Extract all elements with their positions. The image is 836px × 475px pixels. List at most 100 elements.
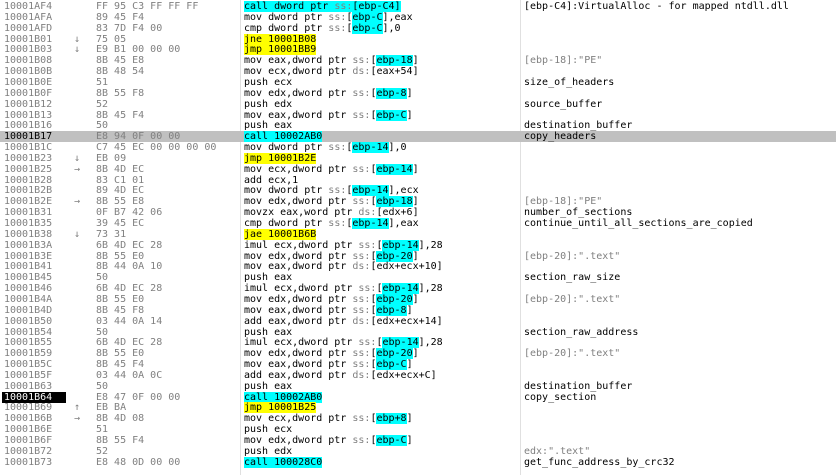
disasm-row[interactable]: 10001B08 8B 45 E8 mov eax,dword ptr ss:[eb… <box>0 55 836 67</box>
row-address: 10001B0B <box>4 66 53 78</box>
disasm-row[interactable]: 10001B3E 8B 55 E0 mov edx,dword ptr ss:[eb… <box>0 250 836 262</box>
row-comment: [ebp-C4]:VirtualAlloc - for mapped ntdll… <box>524 1 789 12</box>
row-instruction: push eax <box>244 272 293 284</box>
disasm-row[interactable]: 10001B0B 8B 48 54 mov ecx,dword ptr ds:[ea… <box>0 66 836 77</box>
row-address: 10001B63 <box>4 380 53 392</box>
jump-arrow-icon: → <box>74 196 81 208</box>
row-bytes: 6B 4D EC 28 <box>96 239 163 251</box>
disasm-row[interactable]: 10001B59 8B 55 E0 mov edx,dword ptr ss:[eb… <box>0 348 836 360</box>
row-address: 10001B55 <box>4 337 53 349</box>
disasm-row[interactable]: 10001B72 52 push edx edx:".text" <box>0 446 836 457</box>
jump-arrow-icon <box>74 381 88 392</box>
disasm-row[interactable]: 10001B69 ↑ EB BA jmp 10001B25 <box>0 402 836 414</box>
disasm-row[interactable]: 10001B64 E8 47 0F 00 00 call 10002AB0 copy_… <box>0 391 836 403</box>
row-bytes: 8B 45 E8 <box>96 55 145 67</box>
jump-arrow-icon <box>74 99 88 110</box>
jump-arrow-icon <box>74 392 88 403</box>
jump-arrow-icon <box>74 88 88 99</box>
disasm-row[interactable]: 10001B63 50 push eax destination_buffer <box>0 381 836 392</box>
row-address: 10001AFA <box>4 11 53 23</box>
jump-arrow-icon <box>74 370 88 381</box>
disasm-row[interactable]: 10001B03 ↓ E9 B1 00 00 00 jmp 10001BB9 <box>0 44 836 56</box>
row-address: 10001B3E <box>4 250 53 262</box>
row-instruction: mov dword ptr ss:[ebp-14],ecx <box>244 185 419 197</box>
disasm-row[interactable]: 10001B6B → 8B 4D 08 mov ecx,dword ptr ss:[e… <box>0 413 836 425</box>
disasm-row[interactable]: 10001B4A 8B 55 E0 mov edx,dword ptr ss:[eb… <box>0 293 836 305</box>
row-address: 10001B12 <box>4 98 53 110</box>
row-comment <box>524 370 836 381</box>
row-comment: continue_until_all_sections_are_copied <box>524 218 753 229</box>
row-instruction: mov ecx,dword ptr ss:[ebp-14] <box>244 163 419 175</box>
disasm-row[interactable]: 10001B17 E8 94 0F 00 00 call 10002AB0 copy_… <box>0 131 836 143</box>
disasm-row[interactable]: 10001B28 83 C1 01 add ecx,1 <box>0 175 836 186</box>
row-instruction: push edx <box>244 98 293 110</box>
disasm-row[interactable]: 10001B55 6B 4D EC 28 imul ecx,dword ptr ss… <box>0 337 836 349</box>
disasm-row[interactable]: 10001B5C 8B 45 F4 mov eax,dword ptr ss:[eb… <box>0 359 836 371</box>
row-comment: [ebp-20]:".text" <box>524 250 621 262</box>
disasm-row[interactable]: 10001B3A 6B 4D EC 28 imul ecx,dword ptr ss… <box>0 239 836 251</box>
row-instruction: call 10002AB0 <box>244 391 323 403</box>
disasm-row[interactable]: 10001B46 6B 4D EC 28 imul ecx,dword ptr ss… <box>0 283 836 295</box>
disasm-row[interactable]: 10001B6F 8B 55 F4 mov edx,dword ptr ss:[eb… <box>0 435 836 446</box>
row-address: 10001B50 <box>4 315 53 327</box>
row-comment: [ebp-20]:".text" <box>524 348 621 360</box>
disasm-row[interactable]: 10001B50 03 44 0A 14 add eax,dword ptr ds:… <box>0 316 836 327</box>
disasm-row[interactable]: 10001B23 ↓ EB 09 jmp 10001B2E <box>0 152 836 164</box>
row-address: 10001B35 <box>4 218 53 229</box>
disasm-row[interactable]: 10001B16 50 push eax destination_buffer <box>0 120 836 131</box>
disasm-row[interactable]: 10001B25 → 8B 4D EC mov ecx,dword ptr ss:[e… <box>0 163 836 175</box>
disasm-row[interactable]: 10001B73 E8 48 0D 00 00 call 100028C0 get_f… <box>0 456 836 468</box>
row-comment: get_func_address_by_crc32 <box>524 456 675 468</box>
row-comment: size_of_headers <box>524 76 615 88</box>
jump-arrow-icon <box>74 316 88 327</box>
jump-arrow-icon <box>74 261 88 272</box>
row-address: 10001B46 <box>4 283 53 295</box>
disasm-row[interactable]: 10001B35 39 45 EC cmp dword ptr ss:[ebp-14… <box>0 218 836 229</box>
disasm-row[interactable]: 10001B31 0F B7 42 06 movzx eax,word ptr ds… <box>0 207 836 218</box>
row-comment <box>524 44 836 55</box>
disasm-row[interactable]: 10001B54 50 push eax section_raw_address <box>0 327 836 338</box>
disasm-row[interactable]: 10001B2E → 8B 55 E8 mov edx,dword ptr ss:[e… <box>0 196 836 208</box>
row-bytes: 39 45 EC <box>96 218 145 229</box>
row-comment <box>524 23 836 34</box>
jump-arrow-icon <box>74 77 88 88</box>
disasm-row[interactable]: 10001B41 8B 44 0A 10 mov eax,dword ptr ds:… <box>0 261 836 272</box>
disasm-row[interactable]: 10001B0F 8B 55 F8 mov edx,dword ptr ss:[eb… <box>0 87 836 99</box>
disasm-row[interactable]: 10001AFD 83 7D F4 00 cmp dword ptr ss:[ebp… <box>0 22 836 34</box>
row-bytes: FF 95 C3 FF FF FF <box>96 1 199 12</box>
disasm-row[interactable]: 10001B1C C7 45 EC 00 00 00 00 mov dword pt… <box>0 142 836 154</box>
row-address: 10001B6B <box>4 413 53 425</box>
jump-arrow-icon: ↓ <box>74 228 81 240</box>
row-address: 10001B0E <box>4 76 53 88</box>
row-address: 10001B0F <box>4 87 53 99</box>
jump-arrow-icon <box>74 446 88 457</box>
disasm-row[interactable]: 10001B13 8B 45 F4 mov eax,dword ptr ss:[eb… <box>0 109 836 121</box>
disasm-row[interactable]: 10001B38 ↓ 73 31 jae 10001B6B <box>0 228 836 240</box>
row-bytes: 8B 55 F8 <box>96 87 145 99</box>
disasm-row[interactable]: 10001B01 ↓ 75 05 jne 10001B08 <box>0 33 836 45</box>
row-address: 10001AF4 <box>4 1 53 12</box>
row-instruction: mov eax,dword ptr ds:[edx+ecx+10] <box>244 261 443 273</box>
disasm-row[interactable]: 10001B12 52 push edx source_buffer <box>0 99 836 110</box>
row-comment: edx:".text" <box>524 445 591 457</box>
disasm-row[interactable]: 10001B4D 8B 45 F8 mov eax,dword ptr ss:[eb… <box>0 304 836 316</box>
jump-arrow-icon: → <box>74 163 81 175</box>
disasm-row[interactable]: 10001B45 50 push eax section_raw_size <box>0 272 836 283</box>
disasm-row[interactable]: 10001B6E 51 push ecx <box>0 424 836 435</box>
row-instruction: mov eax,dword ptr ss:[ebp-8] <box>244 304 413 316</box>
row-address: 10001B69 <box>4 402 53 414</box>
jump-arrow-icon <box>74 435 88 446</box>
row-instruction: mov eax,dword ptr ss:[ebp-C] <box>244 109 413 121</box>
disasm-row[interactable]: 10001B0E 51 push ecx size_of_headers <box>0 77 836 88</box>
jump-arrow-icon <box>74 348 88 359</box>
row-instruction: call 100028C0 <box>244 456 323 468</box>
disasm-row[interactable]: 10001B5F 03 44 0A 0C add eax,dword ptr ds:… <box>0 370 836 381</box>
disasm-row[interactable]: 10001AF4 FF 95 C3 FF FF FF call dword ptr … <box>0 1 836 12</box>
disasm-row[interactable]: 10001B2B 89 4D EC mov dword ptr ss:[ebp-14… <box>0 185 836 197</box>
disasm-row[interactable]: 10001AFA 89 45 F4 mov dword ptr ss:[ebp-C]… <box>0 11 836 23</box>
row-instruction: jne 10001B08 <box>244 33 317 45</box>
disassembly-view[interactable]: 10001AF4 FF 95 C3 FF FF FF call dword ptr … <box>0 0 836 475</box>
row-comment <box>524 66 836 77</box>
row-bytes: 50 <box>96 380 109 392</box>
row-comment: [ebp-20]:".text" <box>524 293 621 305</box>
